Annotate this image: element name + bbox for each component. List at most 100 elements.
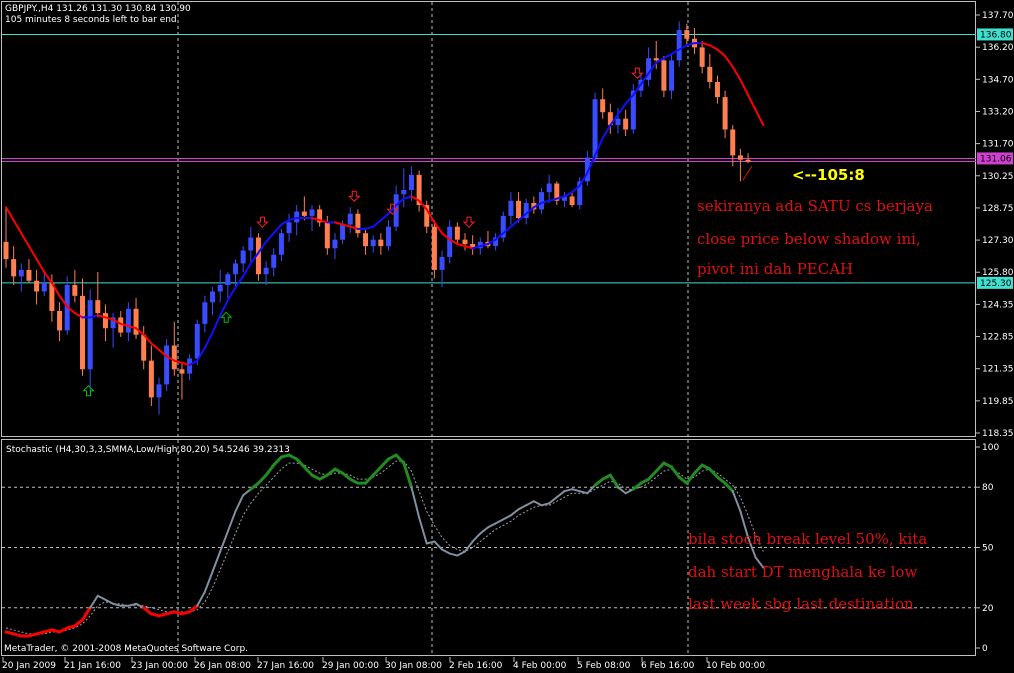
bear-candle [11,259,17,277]
x-tick-label: 5 Feb 08:00 [577,661,631,671]
bull-candle [592,99,598,158]
bull-candle [41,282,47,292]
bear-candle [363,233,369,247]
note2-line1: bila stoch break level 50%, kita [688,530,927,548]
bull-candle [278,233,284,255]
y-tick-label: 119.85 [982,397,1014,407]
bear-candle [179,369,185,374]
bear-candle [324,222,330,249]
bull-candle [271,254,277,268]
symbol-info: GBPJPY.,H4 131.26 131.30 130.84 130.90 [5,4,191,14]
bull-candle [156,384,162,398]
bear-candle [684,30,690,39]
y-tick-label: 133.20 [982,107,1014,117]
bear-candle [714,81,720,98]
bull-candle [347,213,353,225]
pivot-callout: <--105:8 [792,166,865,184]
bull-candle [202,302,208,324]
bear-candle [102,313,108,329]
bear-candle [141,334,147,361]
x-tick-label: 2 Feb 16:00 [449,661,503,671]
bear-candle [171,345,177,370]
note1-line1: sekiranya ada SATU cs berjaya [697,197,933,215]
y-tick-label: 127.30 [982,236,1014,246]
level-tag-label: 136.80 [980,30,1012,40]
x-tick-label: 23 Jan 00:00 [131,661,188,671]
bear-candle [661,60,667,91]
bear-candle [34,280,40,292]
bull-candle [309,209,315,216]
bear-candle [301,211,307,216]
y-tick-label: 125.80 [982,268,1014,278]
bear-candle [462,239,468,244]
bull-candle [217,285,223,292]
bull-candle [194,323,200,359]
stochastic-label: Stochastic (H4,30,3,3,SMMA,Low/High,80,2… [6,445,290,455]
copyright: MetaTrader, © 2001-2008 MetaQuotes Softw… [4,644,248,654]
bull-candle [332,239,338,249]
bear-candle [600,99,606,113]
bear-candle [653,58,659,61]
bull-candle [248,237,254,251]
bull-candle [546,183,552,193]
bear-candle [80,295,85,370]
bull-candle [263,267,269,275]
x-tick-label: 27 Jan 16:00 [257,661,314,671]
bear-candle [431,226,437,270]
bear-candle [454,226,460,240]
x-tick-label: 30 Jan 08:00 [385,661,442,671]
chart-canvas[interactable]: 137.70 136.20 134.70 133.20 131.70 130.25 128.… [0,0,1014,673]
bull-candle [286,222,292,234]
bull-candle [508,200,514,216]
bull-candle [340,224,346,240]
y-tick-label: 122.85 [982,333,1014,343]
bull-candle [233,263,238,275]
bear-candle [355,213,361,234]
bull-candle [386,226,391,247]
bear-candle [26,269,32,281]
note1-line2: close price below shadow ini, [697,230,921,248]
x-tick-label: 29 Jan 00:00 [322,661,379,671]
y-tick-label: 130.25 [982,172,1014,182]
bear-candle [707,66,713,82]
bull-candle [210,291,216,303]
bear-candle [569,196,575,206]
bear-candle [623,118,629,130]
bear-candle [95,300,101,314]
bear-candle [3,241,9,260]
y-tick-label: 134.70 [982,75,1014,85]
bear-candle [699,47,705,67]
x-tick-label: 20 Jan 2009 [2,661,56,671]
bull-candle [539,192,544,210]
bull-candle [370,239,376,247]
stochastic-tick-label: 0 [982,644,988,654]
bull-candle [225,274,231,286]
x-tick-label: 21 Jan 16:00 [64,661,121,671]
bull-candle [87,300,93,370]
bull-candle [408,174,414,190]
note1-line3: pivot ini dah PECAH [697,260,853,278]
bear-candle [57,310,63,331]
bear-candle [148,360,154,398]
bear-candle [730,129,736,156]
y-tick-label: 118.35 [982,429,1014,439]
bull-candle [447,226,453,257]
bull-candle [401,189,407,195]
bear-candle [516,200,522,219]
bear-candle [378,239,384,247]
bull-candle [125,308,131,333]
bar-timer: 105 minutes 8 seconds left to bar end [5,15,177,25]
stochastic-tick-label: 20 [982,604,994,614]
x-tick-label: 4 Feb 00:00 [513,661,567,671]
level-tag-label: 125.30 [980,279,1012,289]
stochastic-tick-label: 80 [982,483,994,493]
bull-candle [187,358,193,374]
x-tick-label: 6 Feb 16:00 [641,661,695,671]
stochastic-tick-label: 50 [982,544,994,554]
bull-candle [669,60,675,91]
bear-candle [745,159,751,162]
stochastic-tick-label: 100 [982,443,999,453]
y-tick-label: 121.35 [982,365,1014,375]
bear-candle [722,97,728,130]
bear-candle [737,155,743,160]
